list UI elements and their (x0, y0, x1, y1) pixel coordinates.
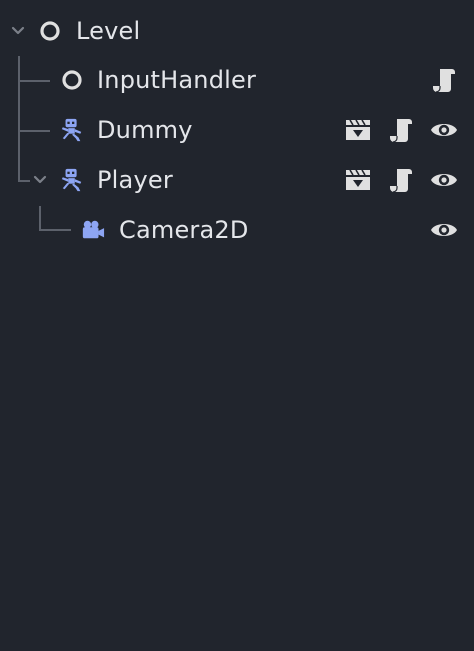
tree-item-inputhandler[interactable]: InputHandler (0, 57, 474, 103)
tree-item-label: Player (97, 166, 173, 194)
tree-item-level[interactable]: Level (0, 8, 474, 54)
node-circle-icon (60, 68, 84, 92)
scene-tree-panel: Level InputHandler Dummy Player Camera2D (0, 0, 474, 651)
visibility-eye-icon[interactable] (430, 116, 458, 144)
tree-item-label: Dummy (97, 116, 193, 144)
tree-item-label: InputHandler (97, 66, 257, 94)
tree-item-camera2d[interactable]: Camera2D (0, 207, 474, 253)
instanced-scene-icon[interactable] (344, 166, 372, 194)
collapse-arrow-icon[interactable] (8, 8, 28, 54)
visibility-eye-icon[interactable] (430, 166, 458, 194)
instanced-scene-icon[interactable] (344, 116, 372, 144)
tree-item-label: Level (76, 17, 141, 45)
script-icon[interactable] (430, 66, 458, 94)
node-circle-icon (38, 19, 62, 43)
visibility-eye-icon[interactable] (430, 216, 458, 244)
script-icon[interactable] (387, 166, 415, 194)
script-icon[interactable] (387, 116, 415, 144)
camera-2d-icon (81, 218, 105, 242)
tree-item-player[interactable]: Player (0, 157, 474, 203)
tree-item-dummy[interactable]: Dummy (0, 107, 474, 153)
character-body-2d-icon (60, 118, 84, 142)
character-body-2d-icon (60, 168, 84, 192)
collapse-arrow-icon[interactable] (30, 157, 50, 203)
tree-item-label: Camera2D (119, 216, 249, 244)
